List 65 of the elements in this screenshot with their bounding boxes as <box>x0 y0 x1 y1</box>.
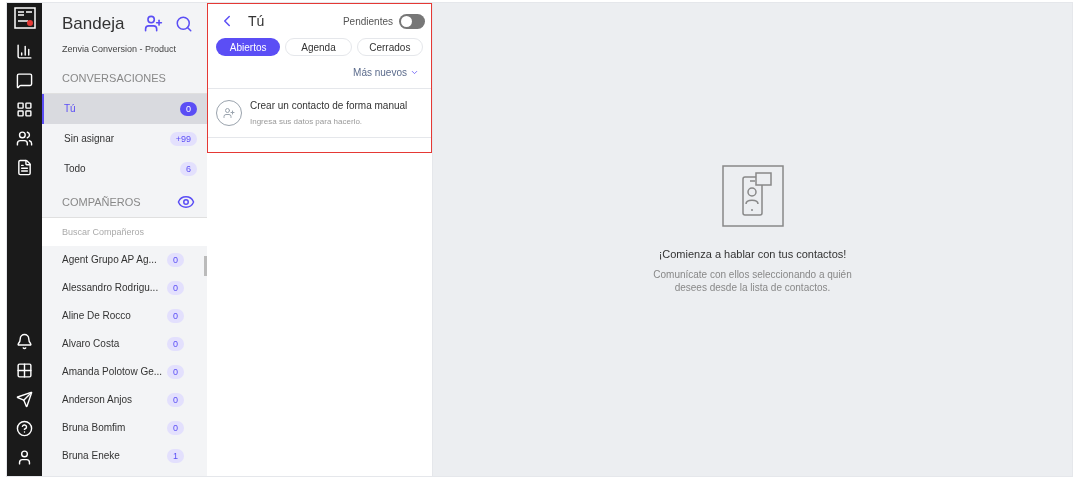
search-icon[interactable] <box>175 14 193 33</box>
item-title: Crear un contacto de forma manual <box>250 99 408 113</box>
users-icon[interactable] <box>16 130 33 147</box>
count-badge: 0 <box>167 252 184 267</box>
teammate-item[interactable]: Amanda Polotow Ge... 0 <box>42 357 204 386</box>
section-heading: CONVERSACIONES <box>42 70 207 94</box>
filter-tab[interactable]: Abiertos <box>216 38 281 56</box>
count-badge: 0 <box>167 420 184 435</box>
count-badge: 0 <box>180 101 197 116</box>
eye-icon[interactable] <box>177 193 195 211</box>
teammate-item[interactable]: Aline De Rocco 0 <box>42 301 204 330</box>
teammate-name: Alvaro Costa <box>62 337 121 351</box>
item-subtitle: Ingresa sus datos para hacerlo. <box>250 116 364 128</box>
sort-dropdown[interactable]: Más nuevos <box>353 65 419 80</box>
conversation-filter[interactable]: Sin asignar +99 <box>42 123 207 154</box>
count-badge: 6 <box>180 161 197 176</box>
teammate-name: Alessandro Rodrigu... <box>62 281 160 295</box>
teammate-item[interactable]: Agent Grupo AP Ag... 0 <box>42 245 204 274</box>
bell-icon[interactable] <box>16 333 33 350</box>
teammate-item[interactable]: Bruna Eneke 1 <box>42 441 204 470</box>
teammate-name: Anderson Anjos <box>62 393 134 407</box>
logo-icon[interactable] <box>13 7 36 29</box>
teammate-item[interactable]: Anderson Anjos 0 <box>42 385 204 414</box>
pending-toggle[interactable] <box>399 13 425 29</box>
add-user-icon[interactable] <box>144 14 163 34</box>
teammate-name: Bruna Eneke <box>62 449 121 463</box>
count-badge: 1 <box>167 448 184 463</box>
send-icon[interactable] <box>16 391 33 408</box>
account-name: Zenvia Conversion - Product <box>61 42 178 56</box>
empty-state-text: Comunícate con ellos seleccionando a quién desees desde la lista de contactos. <box>652 268 853 295</box>
teammate-item[interactable]: Alvaro Costa 0 <box>42 329 204 358</box>
scrollbar[interactable] <box>204 255 207 276</box>
user-icon[interactable] <box>16 449 33 466</box>
section-heading: COMPAÑEROS <box>62 194 142 210</box>
caret-icon <box>410 68 419 77</box>
teammate-item[interactable]: Bruna Bomfim 0 <box>42 413 204 442</box>
toggle-label: Pendientes <box>342 14 393 29</box>
conversation-filter[interactable]: Todo 6 <box>42 153 207 184</box>
document-icon[interactable] <box>16 159 33 176</box>
empty-state-title: ¡Comienza a hablar con tus contactos! <box>658 246 847 262</box>
panel-title: Tú <box>248 11 266 31</box>
count-badge: +99 <box>169 131 197 146</box>
search-field[interactable]: Buscar Compañeros <box>42 217 207 246</box>
count-badge: 0 <box>167 364 184 379</box>
filter-label: Todo <box>64 162 87 176</box>
teammate-name: Aline De Rocco <box>62 309 132 323</box>
conversation-filter[interactable]: Tú 0 <box>42 93 207 124</box>
count-badge: 0 <box>167 336 184 351</box>
filter-label: Tú <box>64 102 77 116</box>
sidebar-title: Bandeja <box>62 13 126 35</box>
teammate-name: Amanda Polotow Ge... <box>62 365 164 379</box>
filter-label: Sin asignar <box>64 132 116 146</box>
table-icon[interactable] <box>16 101 33 118</box>
teammate-item[interactable]: Alessandro Rodrigu... 0 <box>42 273 204 302</box>
chat-icon[interactable] <box>16 72 33 89</box>
count-badge: 0 <box>167 308 184 323</box>
count-badge: 0 <box>167 280 184 295</box>
teammate-name: Bruna Bomfim <box>62 421 127 435</box>
apps-icon[interactable] <box>16 362 33 379</box>
count-badge: 0 <box>167 392 184 407</box>
help-icon[interactable] <box>16 420 33 437</box>
contact-phone-icon <box>721 164 784 227</box>
create-contact-item[interactable]: Crear un contacto de forma manual Ingresa sus datos para hacerlo. <box>208 88 431 138</box>
bar-chart-icon[interactable] <box>16 43 33 60</box>
teammate-name: Agent Grupo AP Ag... <box>62 253 158 267</box>
